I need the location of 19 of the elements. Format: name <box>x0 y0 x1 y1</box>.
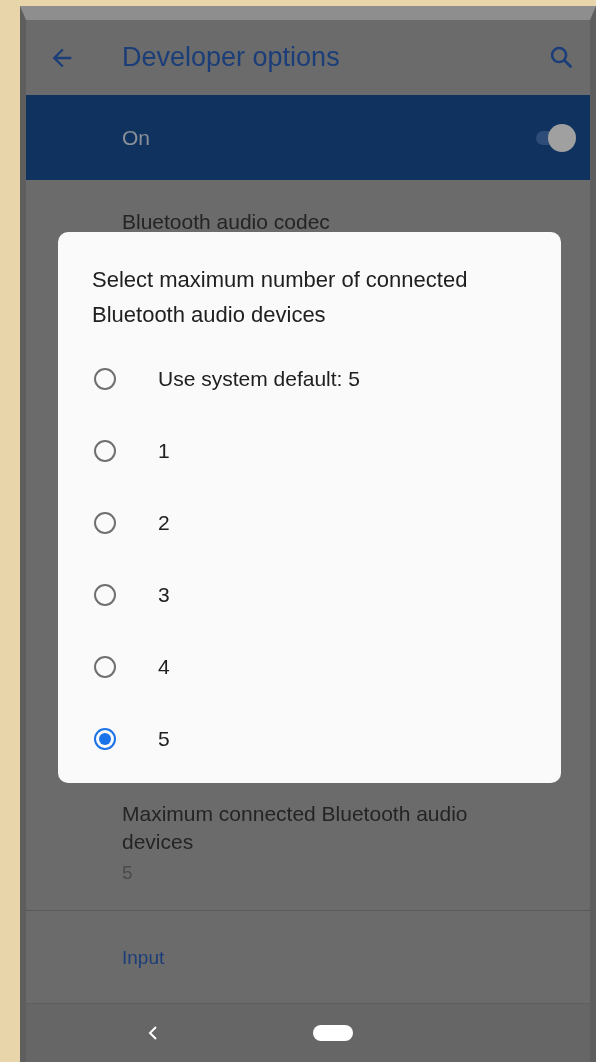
radio-button[interactable] <box>94 728 116 750</box>
radio-option[interactable]: 3 <box>92 559 541 631</box>
radio-option[interactable]: Use system default: 5 <box>92 343 541 415</box>
dialog-title: Select maximum number of connected Bluetooth audio devices <box>92 266 469 329</box>
master-switch-bar[interactable]: On <box>26 95 590 180</box>
radio-button[interactable] <box>94 512 116 534</box>
radio-option[interactable]: 1 <box>92 415 541 487</box>
radio-option[interactable]: 4 <box>92 631 541 703</box>
section-header: Input <box>122 947 165 968</box>
radio-option[interactable]: 5 <box>92 703 541 775</box>
screen-title: Developer options <box>122 42 341 73</box>
radio-button[interactable] <box>94 368 116 390</box>
radio-button[interactable] <box>94 656 116 678</box>
radio-button[interactable] <box>94 584 116 606</box>
switch-label: On <box>122 125 151 150</box>
radio-option[interactable]: 2 <box>92 487 541 559</box>
home-pill[interactable] <box>313 1025 353 1041</box>
back-chevron-icon[interactable] <box>148 1025 158 1041</box>
radio-button[interactable] <box>94 440 116 462</box>
